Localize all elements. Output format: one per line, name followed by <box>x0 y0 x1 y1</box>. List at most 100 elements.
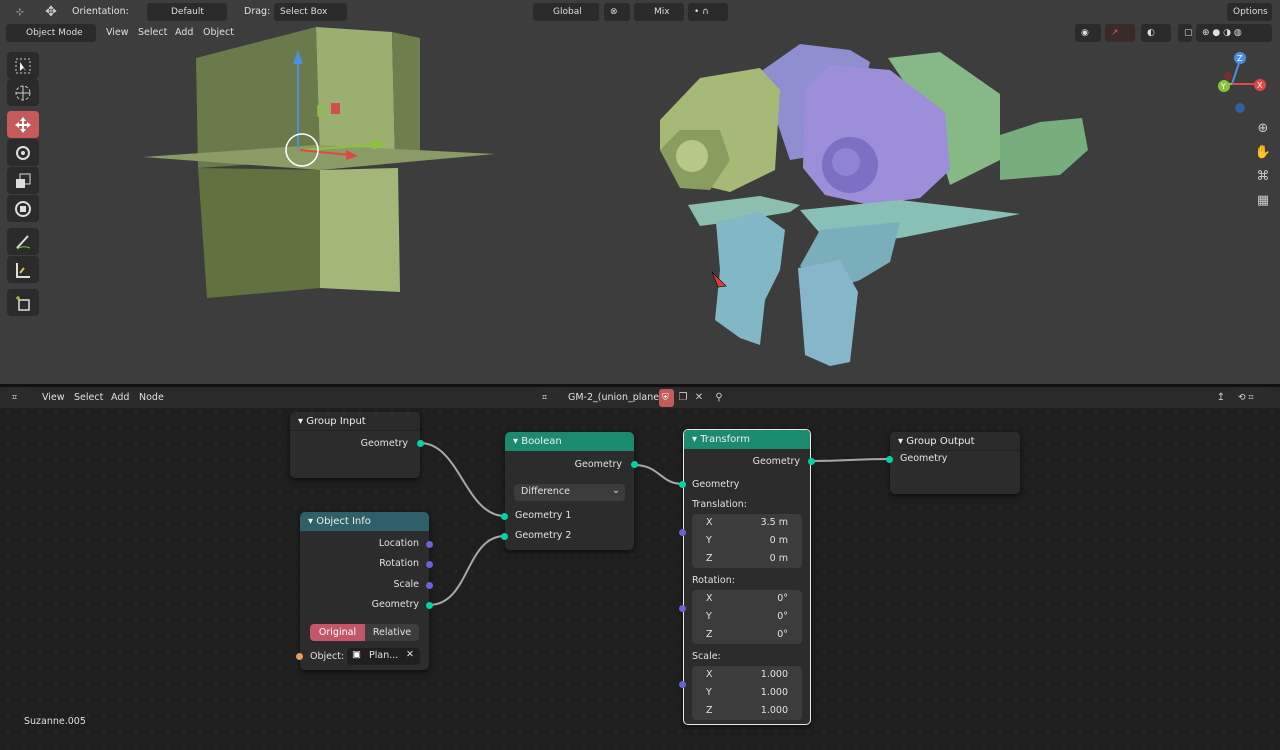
scale-y-field[interactable]: Y 1.000 <box>692 684 802 702</box>
annotate-tool-icon[interactable] <box>7 228 39 255</box>
orientation-dropdown[interactable]: Default <box>147 3 227 21</box>
location-socket[interactable] <box>426 541 433 548</box>
viewport-menu-view[interactable]: View <box>106 25 129 41</box>
snap-icon[interactable]: ⊗ <box>604 3 630 21</box>
add-cube-tool-icon[interactable] <box>7 289 39 316</box>
rotation-input-socket[interactable] <box>679 605 686 612</box>
geometry-2-label: Geometry 2 <box>515 530 572 541</box>
group-output-geometry-socket[interactable] <box>886 456 893 463</box>
boolean-operation-dropdown[interactable]: Difference ⌄ <box>514 484 625 501</box>
object-info-location-label: Location <box>378 538 419 549</box>
proportional-dropdown[interactable]: Mix <box>634 3 684 21</box>
group-output-node[interactable]: ▾ Group Output Geometry <box>886 432 1020 494</box>
boolean-geometry-output-socket[interactable] <box>631 461 638 468</box>
transform-node[interactable]: ▾ Transform Geometry Geometry Translatio… <box>679 429 815 725</box>
collapse-arrow-icon[interactable]: ▾ <box>513 436 521 447</box>
boolean-node[interactable]: ▾ Boolean Geometry Difference ⌄ Geometry… <box>501 432 638 550</box>
camera-icon[interactable]: ⌘ <box>1251 166 1275 186</box>
scale-z-value: 1.000 <box>760 705 788 716</box>
translation-z-field[interactable]: Z 0 m <box>692 550 802 568</box>
rotation-label: Rotation: <box>692 575 735 586</box>
relative-toggle[interactable]: Relative <box>365 624 419 641</box>
geometry-1-socket[interactable] <box>501 513 508 520</box>
translation-y-value: 0 m <box>769 535 788 546</box>
object-mode-value: Object Mode <box>26 28 83 38</box>
object-mode-dropdown[interactable]: Object Mode <box>6 24 96 42</box>
transform-geometry-input-label: Geometry <box>692 479 740 490</box>
cursor-tool-icon[interactable] <box>7 79 39 106</box>
scale-input-socket[interactable] <box>679 681 686 688</box>
visibility-icon[interactable]: ◉ <box>1075 24 1101 42</box>
transform-space-dropdown[interactable]: Global <box>533 3 599 21</box>
object-cube-icon: ▣ <box>352 649 361 660</box>
scale-x-field[interactable]: X 1.000 <box>692 666 802 684</box>
scale-socket[interactable] <box>426 582 433 589</box>
viewport-menu-add[interactable]: Add <box>175 25 193 41</box>
translation-y-field[interactable]: Y 0 m <box>692 532 802 550</box>
collapse-arrow-icon[interactable]: ▾ <box>692 434 700 445</box>
translation-x-field[interactable]: X 3.5 m <box>692 514 802 532</box>
transform-title: Transform <box>700 434 750 445</box>
boolean-operation-value: Difference <box>521 486 570 497</box>
object-picker-field[interactable]: ▣ Plan... ✕ <box>347 648 420 665</box>
editor-type-icon[interactable]: ⊹ <box>8 4 32 20</box>
rotation-z-field[interactable]: Z 0° <box>692 626 802 644</box>
viewport-scene[interactable] <box>0 0 1280 384</box>
collapse-arrow-icon[interactable]: ▾ <box>308 516 316 527</box>
3d-viewport[interactable]: ⊹ ✥ Orientation: Default Drag: Select Bo… <box>0 0 1280 384</box>
object-info-node[interactable]: ▾ Object Info Location Rotation Scale Ge… <box>296 512 433 670</box>
options-dropdown[interactable]: Options <box>1227 3 1272 21</box>
scale-tool-icon[interactable] <box>7 167 39 194</box>
shading-modes[interactable]: ⊕ ● ◑ ◍ <box>1196 24 1272 42</box>
translation-vector[interactable]: X 3.5 m Y 0 m Z 0 m <box>692 514 802 568</box>
gizmo-toggle-icon[interactable]: ↗ <box>1105 24 1135 42</box>
active-object-name: Suzanne.005 <box>24 716 86 727</box>
scale-y-value: 1.000 <box>760 687 788 698</box>
group-input-node[interactable]: ▾ Group Input Geometry <box>290 412 424 478</box>
translation-x-value: 3.5 m <box>760 517 788 528</box>
navigation-gizmo[interactable]: Z Y X <box>1208 48 1268 118</box>
group-output-geometry-label: Geometry <box>900 453 948 464</box>
xray-icon[interactable]: ▢ <box>1178 24 1193 42</box>
transform-geometry-input-socket[interactable] <box>679 481 686 488</box>
scale-vector[interactable]: X 1.000 Y 1.000 Z 1.000 <box>692 666 802 720</box>
rotation-x-field[interactable]: X 0° <box>692 590 802 608</box>
scale-label: Scale: <box>692 651 721 662</box>
drag-dropdown[interactable]: Select Box <box>274 3 347 21</box>
group-output-title: Group Output <box>906 436 975 447</box>
translation-z-value: 0 m <box>769 553 788 564</box>
original-toggle[interactable]: Original <box>310 624 365 641</box>
object-info-geometry-socket[interactable] <box>426 602 433 609</box>
collapse-arrow-icon[interactable]: ▾ <box>898 436 906 447</box>
object-label: Object: <box>310 651 345 662</box>
rotation-y-field[interactable]: Y 0° <box>692 608 802 626</box>
object-socket[interactable] <box>296 653 303 660</box>
falloff-icon[interactable]: • ∩ <box>688 3 728 21</box>
group-input-geometry-socket[interactable] <box>417 440 424 447</box>
grid-view-icon[interactable]: ▦ <box>1251 190 1275 210</box>
object-info-title: Object Info <box>316 516 371 527</box>
geometry-2-socket[interactable] <box>501 533 508 540</box>
scale-z-field[interactable]: Z 1.000 <box>692 702 802 720</box>
node-editor[interactable]: ⌗ View Select Add Node ⌗ GM-2_(union_pla… <box>0 387 1280 750</box>
overlays-icon[interactable]: ◐ <box>1141 24 1171 42</box>
drag-label: Drag: <box>244 6 271 17</box>
transform-tool-icon[interactable] <box>7 195 39 222</box>
viewport-menu-select[interactable]: Select <box>138 25 167 41</box>
axis-y-label: Y <box>706 535 712 546</box>
collapse-arrow-icon[interactable]: ▾ <box>298 416 306 427</box>
transform-geometry-output-socket[interactable] <box>808 458 815 465</box>
measure-tool-icon[interactable] <box>7 256 39 283</box>
zoom-icon[interactable]: ⊕ <box>1251 118 1275 138</box>
move-tool-icon[interactable]: ✥ <box>40 2 62 22</box>
translation-socket[interactable] <box>679 529 686 536</box>
group-input-title: Group Input <box>306 416 366 427</box>
rotation-vector[interactable]: X 0° Y 0° Z 0° <box>692 590 802 644</box>
viewport-menu-object[interactable]: Object <box>203 25 234 41</box>
rotate-tool-icon[interactable] <box>7 139 39 166</box>
hand-pan-icon[interactable]: ✋ <box>1251 142 1275 162</box>
rotation-socket[interactable] <box>426 561 433 568</box>
select-box-tool-icon[interactable] <box>7 52 39 79</box>
move-tool-active-icon[interactable] <box>7 111 39 138</box>
object-clear-icon[interactable]: ✕ <box>406 649 414 660</box>
